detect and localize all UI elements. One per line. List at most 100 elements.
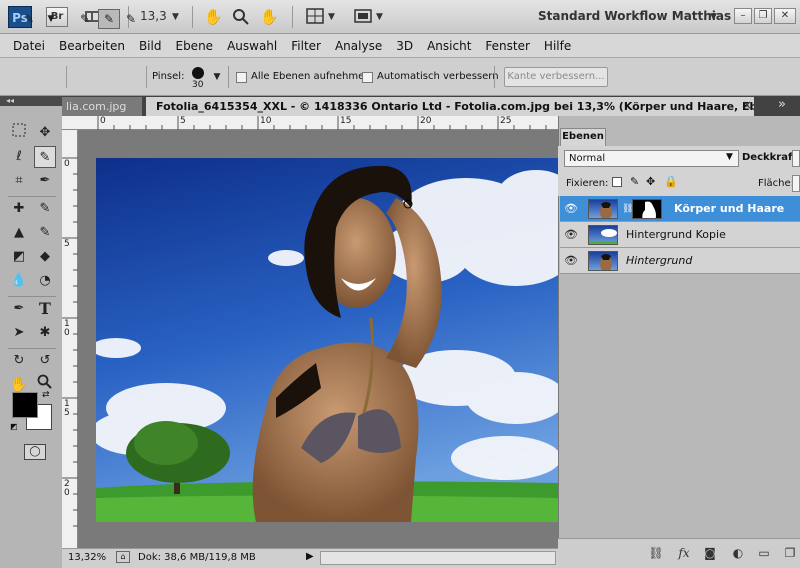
move-tool-icon[interactable]: ✥: [34, 122, 56, 144]
quick-selection-tool-icon[interactable]: ✎: [34, 146, 56, 168]
auto-enhance-checkbox[interactable]: [362, 72, 373, 83]
divider: [8, 296, 56, 297]
3d-orbit-icon[interactable]: ↺: [34, 350, 56, 372]
status-zoom[interactable]: 13,32%: [68, 552, 106, 563]
chevron-down-icon[interactable]: ▼: [376, 8, 383, 26]
eyedropper-tool-icon[interactable]: ✒: [34, 170, 56, 192]
menu-fenster[interactable]: Fenster: [478, 39, 537, 53]
eraser-tool-icon[interactable]: ◩: [8, 246, 30, 268]
sample-all-layers-label: Alle Ebenen aufnehmen: [251, 71, 371, 82]
link-layers-icon[interactable]: ⛓: [648, 545, 664, 561]
layer-mask-thumbnail[interactable]: [632, 199, 662, 219]
custom-shape-icon[interactable]: ✱: [34, 322, 56, 344]
add-to-selection-icon[interactable]: ✎: [98, 9, 120, 29]
lock-pixels-icon[interactable]: ✎: [630, 175, 639, 188]
adjustment-layer-icon[interactable]: ◐: [730, 545, 746, 561]
default-colors-icon[interactable]: ◩: [10, 422, 20, 432]
visibility-eye-icon[interactable]: 👁: [562, 200, 580, 218]
fill-input[interactable]: [792, 175, 800, 192]
layer-row[interactable]: 👁 ⛓ Körper und Haare: [560, 196, 800, 222]
pen-tool-icon[interactable]: ✒: [8, 298, 30, 320]
swap-colors-icon[interactable]: ⇄: [42, 390, 52, 400]
type-tool-icon[interactable]: T: [34, 298, 56, 320]
close-button[interactable]: ✕: [774, 8, 796, 24]
tabs-overflow-icon[interactable]: »: [778, 97, 786, 112]
add-mask-icon[interactable]: ◙: [702, 545, 718, 561]
menu-hilfe[interactable]: Hilfe: [537, 39, 578, 53]
menu-analyse[interactable]: Analyse: [328, 39, 389, 53]
lasso-tool-icon[interactable]: ℓ: [8, 146, 30, 168]
blur-tool-icon[interactable]: 💧: [8, 270, 30, 292]
subtract-from-selection-icon[interactable]: ✎: [120, 9, 142, 29]
ruler-label: 0: [64, 159, 70, 169]
minimize-button[interactable]: –: [734, 8, 752, 24]
visibility-eye-icon[interactable]: 👁: [562, 226, 580, 244]
tab-other-document[interactable]: lia.com.jpg: [62, 97, 142, 116]
menu-bearbeiten[interactable]: Bearbeiten: [52, 39, 132, 53]
lock-all-icon[interactable]: 🔒: [664, 175, 678, 188]
marquee-tool-icon[interactable]: [8, 122, 30, 144]
menu-ebene[interactable]: Ebene: [168, 39, 220, 53]
chevron-down-icon[interactable]: ▼: [40, 9, 62, 29]
new-selection-icon[interactable]: ✎: [74, 9, 96, 29]
zoom-level-field[interactable]: 13,3: [140, 9, 167, 23]
healing-brush-icon[interactable]: ✚: [8, 198, 30, 220]
zoom-dropdown-icon[interactable]: ▼: [172, 8, 179, 26]
document-image[interactable]: [96, 158, 558, 522]
blend-mode-dropdown-icon[interactable]: ▼: [726, 152, 733, 162]
tab-layers[interactable]: Ebenen: [560, 128, 606, 146]
workspace-switcher[interactable]: Standard Workflow Matthias: [538, 9, 731, 23]
ruler-label: 1 0: [64, 319, 70, 338]
layer-style-button[interactable]: fx: [676, 545, 692, 561]
layer-thumbnail[interactable]: [588, 199, 618, 219]
dodge-tool-icon[interactable]: ◔: [34, 270, 56, 292]
chevron-down-icon[interactable]: ▼: [328, 8, 335, 26]
3d-rotate-icon[interactable]: ↻: [8, 350, 30, 372]
menu-3d[interactable]: 3D: [389, 39, 420, 53]
blend-mode-select[interactable]: Normal: [564, 150, 739, 167]
layer-row[interactable]: 👁 Hintergrund Kopie: [560, 222, 800, 248]
opacity-input[interactable]: [792, 150, 800, 167]
horizontal-scrollbar[interactable]: [320, 551, 556, 565]
tool-preset-icon[interactable]: ✎: [18, 9, 40, 29]
menu-bild[interactable]: Bild: [132, 39, 169, 53]
menu-ansicht[interactable]: Ansicht: [420, 39, 478, 53]
sample-all-layers-checkbox[interactable]: [236, 72, 247, 83]
menu-filter[interactable]: Filter: [284, 39, 328, 53]
close-tab-icon[interactable]: ×: [742, 98, 752, 112]
hand-tool-icon[interactable]: ✋: [204, 8, 223, 26]
menu-auswahl[interactable]: Auswahl: [220, 39, 284, 53]
foreground-color-swatch[interactable]: [12, 392, 38, 418]
clone-stamp-icon[interactable]: ▲: [8, 222, 30, 244]
brush-picker-dropdown-icon[interactable]: ▼: [206, 67, 228, 87]
quick-mask-icon[interactable]: ◯: [24, 444, 46, 460]
layer-row[interactable]: 👁 Hintergrund: [560, 248, 800, 274]
ruler-label: 5: [64, 239, 70, 249]
zoom-tool-icon[interactable]: [232, 8, 250, 26]
new-layer-icon[interactable]: ❐: [782, 545, 798, 561]
new-group-icon[interactable]: ▭: [756, 545, 772, 561]
visibility-eye-icon[interactable]: 👁: [562, 252, 580, 270]
lock-transparent-icon[interactable]: [612, 177, 622, 187]
brush-preview-icon[interactable]: [192, 67, 204, 79]
paint-bucket-icon[interactable]: ◆: [34, 246, 56, 268]
menu-datei[interactable]: Datei: [6, 39, 52, 53]
brush-tool-icon[interactable]: ✎: [34, 198, 56, 220]
status-menu-arrow-icon[interactable]: ▶: [306, 551, 314, 562]
tab-active-document[interactable]: Fotolia_6415354_XXL - © 1418336 Ontario …: [146, 97, 754, 116]
lock-position-icon[interactable]: ✥: [646, 175, 655, 188]
arrange-documents-icon[interactable]: [306, 8, 324, 26]
path-selection-icon[interactable]: ➤: [8, 322, 30, 344]
history-brush-icon[interactable]: ✎: [34, 222, 56, 244]
tools-panel-collapse[interactable]: ◂◂: [0, 96, 62, 106]
layer-thumbnail[interactable]: [588, 251, 618, 271]
workspace-dropdown-icon[interactable]: ▼: [710, 8, 717, 26]
refine-edge-button[interactable]: Kante verbessern...: [504, 67, 608, 87]
layer-thumbnail[interactable]: [588, 225, 618, 245]
restore-button[interactable]: ❐: [754, 8, 772, 24]
ruler-label: 1 5: [64, 399, 70, 418]
rotate-view-icon[interactable]: ✋: [260, 8, 279, 26]
screen-mode-icon[interactable]: [354, 8, 372, 26]
crop-tool-icon[interactable]: ⌗: [8, 170, 30, 192]
status-info-icon[interactable]: ⌂: [116, 551, 130, 563]
